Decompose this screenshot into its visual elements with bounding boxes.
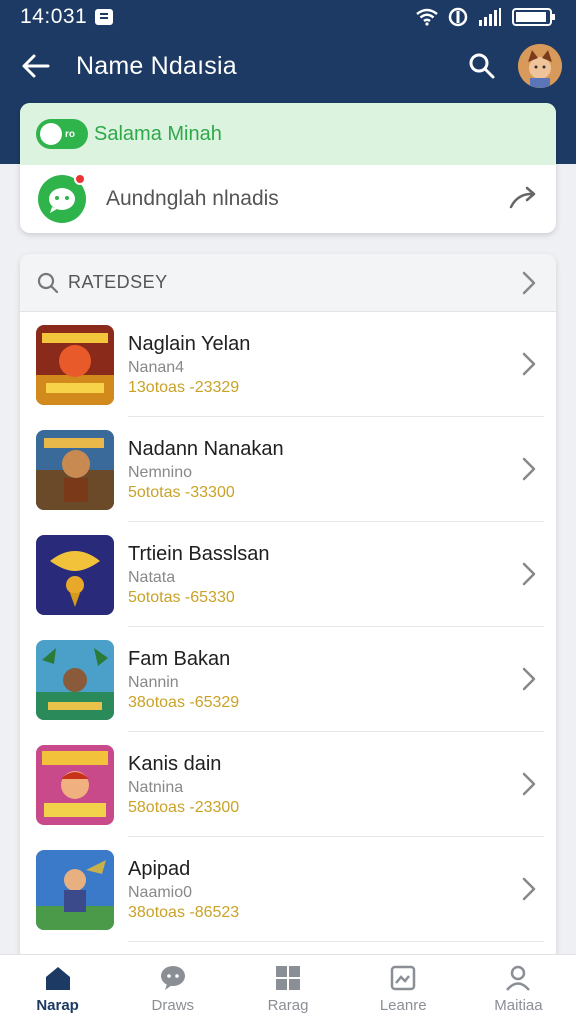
item-meta: 13otoas -23329: [128, 378, 240, 396]
search-icon: [37, 272, 59, 293]
game-thumbnail-image: [36, 849, 114, 930]
nav-item-profile[interactable]: Maitiaa: [461, 955, 576, 1024]
game-thumbnail-image: [36, 429, 114, 510]
nav-label: Maitiaa: [494, 997, 543, 1014]
item-subtitle: Natata: [128, 568, 176, 586]
item-name: Kanis dain: [128, 752, 222, 775]
game-thumbnail: [36, 534, 114, 615]
notification-badge: [74, 173, 86, 185]
search-icon: [469, 53, 495, 79]
list-item[interactable]: Kanis dain Natnina 58otoas -23300: [20, 732, 556, 837]
top-card: ro Salama Minah Aundnglah nlnadis: [20, 103, 556, 233]
status-bar: 14:031: [0, 0, 576, 34]
page-title: Name Ndaısia: [76, 51, 237, 80]
pill-text: ro: [65, 128, 75, 140]
nav-item-home[interactable]: Narap: [0, 955, 115, 1024]
chat-logo-icon: [38, 173, 86, 223]
game-thumbnail-image: [36, 324, 114, 405]
item-meta: 38otoas -65329: [128, 693, 240, 711]
list-header-label: RATEDSEY: [68, 272, 168, 292]
battery-icon: [512, 8, 555, 26]
game-thumbnail-image: [36, 639, 114, 720]
game-thumbnail: [36, 429, 114, 510]
chat-row[interactable]: Aundnglah nlnadis: [20, 165, 556, 233]
signal-icon: [479, 8, 501, 26]
list-item[interactable]: Fam Bakan Nannin 38otoas -65329: [20, 627, 556, 732]
list-header[interactable]: RATEDSEY: [20, 254, 556, 312]
game-thumbnail: [36, 849, 114, 930]
wifi-icon: [416, 8, 438, 26]
green-pill-icon: ro: [36, 119, 88, 149]
game-thumbnail: [36, 639, 114, 720]
status-time: 14:031: [20, 5, 88, 28]
arrow-left-icon: [22, 54, 50, 78]
item-name: Trtiein Basslsan: [128, 542, 270, 565]
share-arrow-icon[interactable]: [508, 185, 538, 211]
green-banner[interactable]: ro Salama Minah: [20, 103, 556, 165]
chat-row-label: Aundnglah nlnadis: [106, 187, 279, 210]
game-thumbnail: [36, 744, 114, 825]
item-name: Apipad: [128, 857, 191, 880]
item-subtitle: Natnina: [128, 778, 184, 796]
message-notification-icon: [95, 9, 114, 25]
list-card: RATEDSEY Naglain Yelan Nanan4 13otoas -2…: [20, 254, 556, 974]
list-item[interactable]: Naglain Yelan Nanan4 13otoas -23329: [20, 312, 556, 417]
green-banner-label: Salama Minah: [94, 122, 222, 145]
data-saver-icon: [448, 7, 468, 27]
home-icon: [45, 967, 70, 990]
list-item[interactable]: Trtiein Basslsan Natata 5ototas -65330: [20, 522, 556, 627]
item-name: Fam Bakan: [128, 647, 231, 670]
game-thumbnail: [36, 324, 114, 405]
image-frame-icon: [390, 965, 416, 991]
item-meta: 5ototas -65330: [128, 588, 235, 606]
avatar[interactable]: [518, 44, 562, 88]
chevron-right-icon: [522, 877, 536, 901]
nav-label: Leanre: [379, 997, 427, 1014]
chat-icon: [160, 966, 185, 990]
grid-icon: [276, 966, 300, 990]
item-subtitle: Nannin: [128, 673, 179, 691]
avatar-image: [518, 44, 562, 88]
item-meta: 58otoas -23300: [128, 798, 240, 816]
nav-item-draws[interactable]: Draws: [115, 955, 230, 1024]
list-item[interactable]: Nadann Nanakan Nemnino 5ototas -33300: [20, 417, 556, 522]
nav-label: Draws: [151, 997, 195, 1014]
app-bar: Name Ndaısia: [0, 34, 576, 98]
user-icon: [506, 965, 531, 991]
bottom-nav: Narap Draws Rarag Leanre Maitiaa: [0, 954, 576, 1024]
item-subtitle: Nemnino: [128, 463, 193, 481]
search-button[interactable]: [462, 46, 502, 86]
chevron-right-icon: [522, 352, 536, 376]
item-name: Naglain Yelan: [128, 332, 251, 355]
chevron-right-icon: [522, 772, 536, 796]
nav-label: Narap: [36, 997, 79, 1014]
chevron-right-icon: [522, 457, 536, 481]
item-name: Nadann Nanakan: [128, 437, 284, 460]
back-button[interactable]: [16, 46, 56, 86]
chevron-right-icon: [522, 667, 536, 691]
nav-item-grid[interactable]: Rarag: [230, 955, 345, 1024]
nav-item-learn[interactable]: Leanre: [346, 955, 461, 1024]
list-item[interactable]: Apipad Naamio0 38otoas -86523: [20, 837, 556, 942]
nav-label: Rarag: [267, 997, 309, 1014]
chevron-right-icon: [522, 562, 536, 586]
item-subtitle: Nanan4: [128, 358, 185, 376]
item-meta: 5ototas -33300: [128, 483, 235, 501]
game-thumbnail-image: [36, 744, 114, 825]
game-thumbnail-image: [36, 534, 114, 615]
chevron-right-icon: [522, 271, 536, 295]
item-subtitle: Naamio0: [128, 883, 193, 901]
item-meta: 38otoas -86523: [128, 903, 240, 921]
pill-dot: [40, 123, 62, 145]
